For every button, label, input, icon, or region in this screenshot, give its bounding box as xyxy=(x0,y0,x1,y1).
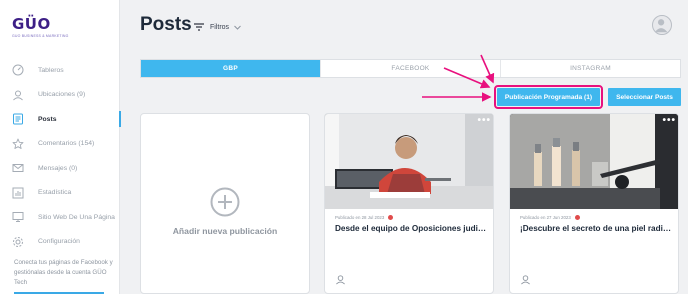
post-date: Publicado en 28 Jul 2023 xyxy=(335,215,394,220)
post-date-text: Publicado en 27 Jun 2023 xyxy=(520,215,571,220)
sidebar-item-sitio-web[interactable]: Sitio Web De Una Página xyxy=(0,205,120,230)
bar-chart-icon xyxy=(12,187,24,199)
tab-gbp[interactable]: GBP xyxy=(141,60,321,77)
post-card[interactable]: ••• Publicado en 28 Jul 2023 Desde el eq… xyxy=(324,113,494,294)
sidebar-item-tableros[interactable]: Tableros xyxy=(0,58,120,83)
post-photo-skincare xyxy=(510,114,678,209)
sidebar: GÜO GUO BUSINESS & MARKETING Tableros Ub… xyxy=(0,0,121,294)
brand-logo[interactable]: GÜO GUO BUSINESS & MARKETING xyxy=(12,15,69,38)
tab-facebook[interactable]: FACEBOOK xyxy=(321,60,501,77)
scheduled-posts-button[interactable]: Publicación Programada (1) xyxy=(494,85,603,109)
gauge-icon xyxy=(12,64,24,76)
post-date-text: Publicado en 28 Jul 2023 xyxy=(335,215,385,220)
sidebar-item-label: Mensajes (0) xyxy=(38,164,78,172)
document-icon xyxy=(12,113,24,125)
brand-tagline: GUO BUSINESS & MARKETING xyxy=(12,34,69,38)
gear-icon xyxy=(12,236,24,248)
sidebar-item-mensajes[interactable]: Mensajes (0) xyxy=(0,156,120,181)
location-icon xyxy=(521,275,530,285)
facebook-connect-note: Conecta tus páginas de Facebook y gestió… xyxy=(14,259,113,287)
post-card[interactable]: ••• Publicado en 27 Jun 2023 ¡Descubre e… xyxy=(509,113,679,294)
filter-dropdown[interactable]: Filtros xyxy=(194,23,241,31)
user-icon xyxy=(654,19,668,33)
sidebar-item-configuracion[interactable]: Configuración xyxy=(0,230,120,255)
post-image: ••• xyxy=(325,114,493,209)
post-photo-student xyxy=(325,114,493,209)
sidebar-item-estadistica[interactable]: Estadística xyxy=(0,181,120,206)
sidebar-item-label: Posts xyxy=(38,115,57,123)
post-title: Desde el equipo de Oposiciones judiciale… xyxy=(335,224,487,233)
page-title: Posts xyxy=(140,14,192,35)
plus-circle-icon xyxy=(210,187,240,216)
add-post-card[interactable]: Añadir nueva publicación xyxy=(140,113,310,294)
sidebar-item-comentarios[interactable]: Comentarios (154) xyxy=(0,132,120,157)
filter-label: Filtros xyxy=(210,23,230,31)
sidebar-item-label: Configuración xyxy=(38,238,80,246)
more-options-icon[interactable]: ••• xyxy=(477,116,491,126)
post-image: ••• xyxy=(510,114,678,209)
post-title: ¡Descubre el secreto de una piel radiant… xyxy=(520,224,672,233)
platform-tabs: GBP FACEBOOK INSTAGRAM xyxy=(140,59,681,78)
brand-name: GÜO xyxy=(12,15,51,33)
sidebar-item-label: Estadística xyxy=(38,189,72,197)
location-icon xyxy=(336,275,345,285)
sidebar-item-label: Ubicaciones (9) xyxy=(38,91,86,99)
monitor-icon xyxy=(12,211,24,223)
location-icon xyxy=(12,89,24,101)
main-content: Posts Filtros GBP FACEBOOK INSTAGRAM Pub… xyxy=(121,0,688,294)
google-icon xyxy=(388,215,394,220)
sidebar-item-label: Comentarios (154) xyxy=(38,140,95,148)
google-icon xyxy=(574,215,580,220)
envelope-icon xyxy=(12,162,24,174)
sidebar-item-posts[interactable]: Posts xyxy=(0,107,121,132)
more-options-icon[interactable]: ••• xyxy=(662,116,676,126)
tab-instagram[interactable]: INSTAGRAM xyxy=(501,60,680,77)
sidebar-item-label: Tableros xyxy=(38,66,64,74)
chevron-down-icon xyxy=(234,25,241,30)
select-posts-button[interactable]: Seleccionar Posts xyxy=(608,88,681,106)
filter-icon xyxy=(194,23,204,31)
sidebar-item-ubicaciones[interactable]: Ubicaciones (9) xyxy=(0,83,120,108)
star-icon xyxy=(12,138,24,150)
add-post-label: Añadir nueva publicación xyxy=(172,225,278,236)
sidebar-item-label: Sitio Web De Una Página xyxy=(38,213,115,221)
post-date: Publicado en 27 Jun 2023 xyxy=(520,215,580,220)
sidebar-nav: Tableros Ubicaciones (9) Posts Comentari… xyxy=(0,58,121,255)
user-avatar[interactable] xyxy=(652,15,672,35)
